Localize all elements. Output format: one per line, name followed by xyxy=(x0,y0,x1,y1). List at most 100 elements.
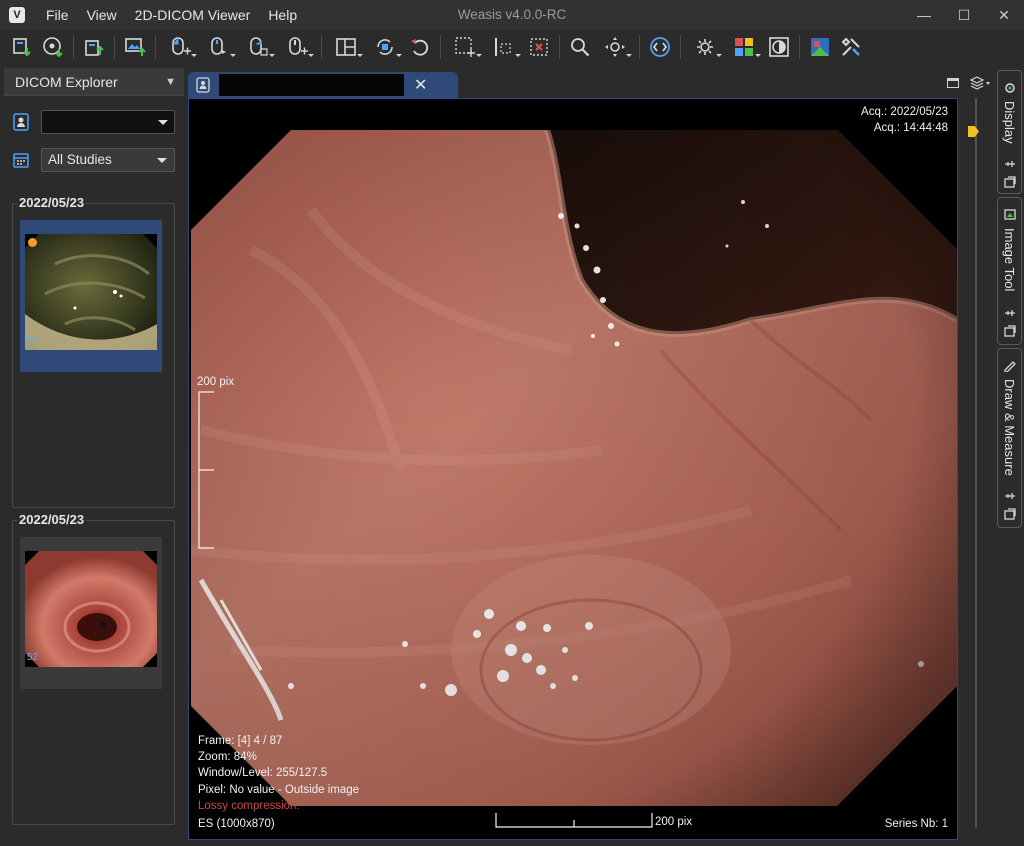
studies-filter-value: All Studies xyxy=(48,152,112,167)
rotate-icon[interactable] xyxy=(646,33,674,61)
app-logo-icon: V xyxy=(9,7,25,23)
float-window-icon[interactable] xyxy=(1003,175,1017,189)
reset-icon[interactable] xyxy=(406,33,434,61)
window-level-icon[interactable] xyxy=(687,33,723,61)
toolbar-separator xyxy=(639,35,640,59)
series-thumbnail-image xyxy=(25,551,157,667)
frame-info: Frame: [4] 4 / 87 xyxy=(198,735,283,747)
tab-display-label: Display xyxy=(1002,101,1017,144)
pin-icon[interactable] xyxy=(1003,489,1017,503)
menu-file[interactable]: File xyxy=(37,0,78,30)
pan-icon[interactable] xyxy=(597,33,633,61)
pin-icon[interactable] xyxy=(1003,157,1017,171)
study-date: 2022/05/23 xyxy=(17,512,87,527)
calendar-icon xyxy=(13,153,29,168)
series-image-count: 87 xyxy=(27,335,39,346)
toolbar-separator xyxy=(155,35,156,59)
studies-row: All Studies xyxy=(12,148,175,172)
toolbar-separator xyxy=(799,35,800,59)
endoscopy-image[interactable] xyxy=(191,130,957,806)
close-button[interactable]: ✕ xyxy=(984,0,1024,30)
tab-image-tool-label: Image Tool xyxy=(1002,228,1017,292)
study-group: 2022/05/23 52 xyxy=(12,512,175,825)
toolbar-separator xyxy=(559,35,560,59)
horizontal-scale-bar xyxy=(495,813,653,828)
chevron-down-icon xyxy=(158,120,168,125)
series-thumbnail[interactable]: 52 xyxy=(20,537,162,689)
dicom-explorer-panel: DICOM Explorer ▼ All Studies 2022/05/23 xyxy=(4,68,184,840)
pixel-info: Pixel: No value - Outside image xyxy=(198,784,360,796)
display-gear-icon xyxy=(1005,83,1015,93)
export-dicom-icon[interactable] xyxy=(80,33,108,61)
mouse-right-action-icon[interactable] xyxy=(240,33,276,61)
frame-slider-track[interactable] xyxy=(975,98,977,828)
explorer-menu-icon[interactable]: ▼ xyxy=(165,76,176,88)
new-series-indicator xyxy=(28,238,37,247)
float-window-icon[interactable] xyxy=(1003,324,1017,338)
menu-2d-dicom-viewer[interactable]: 2D-DICOM Viewer xyxy=(126,0,260,30)
export-image-icon[interactable] xyxy=(121,33,149,61)
viewer-tab[interactable]: ✕ xyxy=(188,72,458,98)
mouse-wheel-action-icon[interactable] xyxy=(279,33,315,61)
chevron-down-icon xyxy=(157,158,167,163)
explorer-header: DICOM Explorer ▼ xyxy=(4,68,184,96)
maximize-view-icon[interactable] xyxy=(947,78,959,88)
acquisition-time: Acq.: 14:44:48 xyxy=(873,122,948,134)
layers-icon xyxy=(969,76,990,90)
lossy-compression-label: Lossy compression: xyxy=(198,800,300,812)
frame-slider-thumb[interactable] xyxy=(968,126,979,137)
toolbar-separator xyxy=(440,35,441,59)
draw-measure-icon xyxy=(1004,361,1016,372)
invert-icon[interactable] xyxy=(765,33,793,61)
window-level-info: Window/Level: 255/127.5 xyxy=(198,767,328,779)
mpr-icon[interactable] xyxy=(806,33,834,61)
patient-row xyxy=(12,110,175,134)
float-window-icon[interactable] xyxy=(1003,507,1017,521)
horizontal-scale-label: 200 pix xyxy=(655,816,693,828)
menu-help[interactable]: Help xyxy=(259,0,306,30)
layout-icon[interactable] xyxy=(328,33,364,61)
delete-measure-icon[interactable] xyxy=(525,33,553,61)
series-image-count: 52 xyxy=(27,652,39,663)
minimize-button[interactable]: — xyxy=(904,0,944,30)
series-thumbnail[interactable]: 87 xyxy=(20,220,162,372)
tools-icon[interactable] xyxy=(837,33,865,61)
mouse-middle-action-icon[interactable] xyxy=(201,33,237,61)
explorer-title: DICOM Explorer xyxy=(15,73,118,90)
studies-filter-select[interactable]: All Studies xyxy=(41,148,175,172)
acquisition-date: Acq.: 2022/05/23 xyxy=(861,106,948,118)
crosshair-icon[interactable] xyxy=(447,33,483,61)
patient-select[interactable] xyxy=(41,110,175,134)
menu-view[interactable]: View xyxy=(78,0,126,30)
series-thumbnail-image xyxy=(25,234,157,350)
title-bar: V File View 2D-DICOM Viewer Help Weasis … xyxy=(0,0,1024,30)
study-group: 2022/05/23 87 xyxy=(12,195,175,508)
tab-display[interactable]: Display xyxy=(997,70,1022,194)
import-cd-icon[interactable] xyxy=(39,33,67,61)
toolbar-separator xyxy=(73,35,74,59)
tab-draw-measure[interactable]: Draw & Measure xyxy=(997,348,1022,528)
tab-image-tool[interactable]: Image Tool xyxy=(997,197,1022,345)
modality-info: ES (1000x870) xyxy=(198,818,275,830)
import-dicom-icon[interactable] xyxy=(8,33,36,61)
zoom-icon[interactable] xyxy=(566,33,594,61)
toolbar-separator xyxy=(321,35,322,59)
vertical-scale-bar xyxy=(198,391,214,549)
maximize-button[interactable]: ☐ xyxy=(944,0,984,30)
viewer-tab-title xyxy=(219,74,404,96)
measure-icon[interactable] xyxy=(486,33,522,61)
window-controls: — ☐ ✕ xyxy=(904,0,1024,30)
toolbar-separator xyxy=(680,35,681,59)
toolbar-separator xyxy=(114,35,115,59)
mouse-left-action-icon[interactable] xyxy=(162,33,198,61)
pin-icon[interactable] xyxy=(1003,306,1017,320)
synchronize-icon[interactable] xyxy=(367,33,403,61)
patient-icon xyxy=(196,77,210,93)
layers-button[interactable] xyxy=(966,72,994,94)
close-icon[interactable]: ✕ xyxy=(414,75,427,95)
zoom-info: Zoom: 84% xyxy=(198,751,257,763)
image-viewer[interactable]: Acq.: 2022/05/23 Acq.: 14:44:48 200 pix … xyxy=(188,98,958,840)
tab-draw-measure-label: Draw & Measure xyxy=(1002,379,1017,476)
study-date: 2022/05/23 xyxy=(17,195,87,210)
lut-icon[interactable] xyxy=(726,33,762,61)
